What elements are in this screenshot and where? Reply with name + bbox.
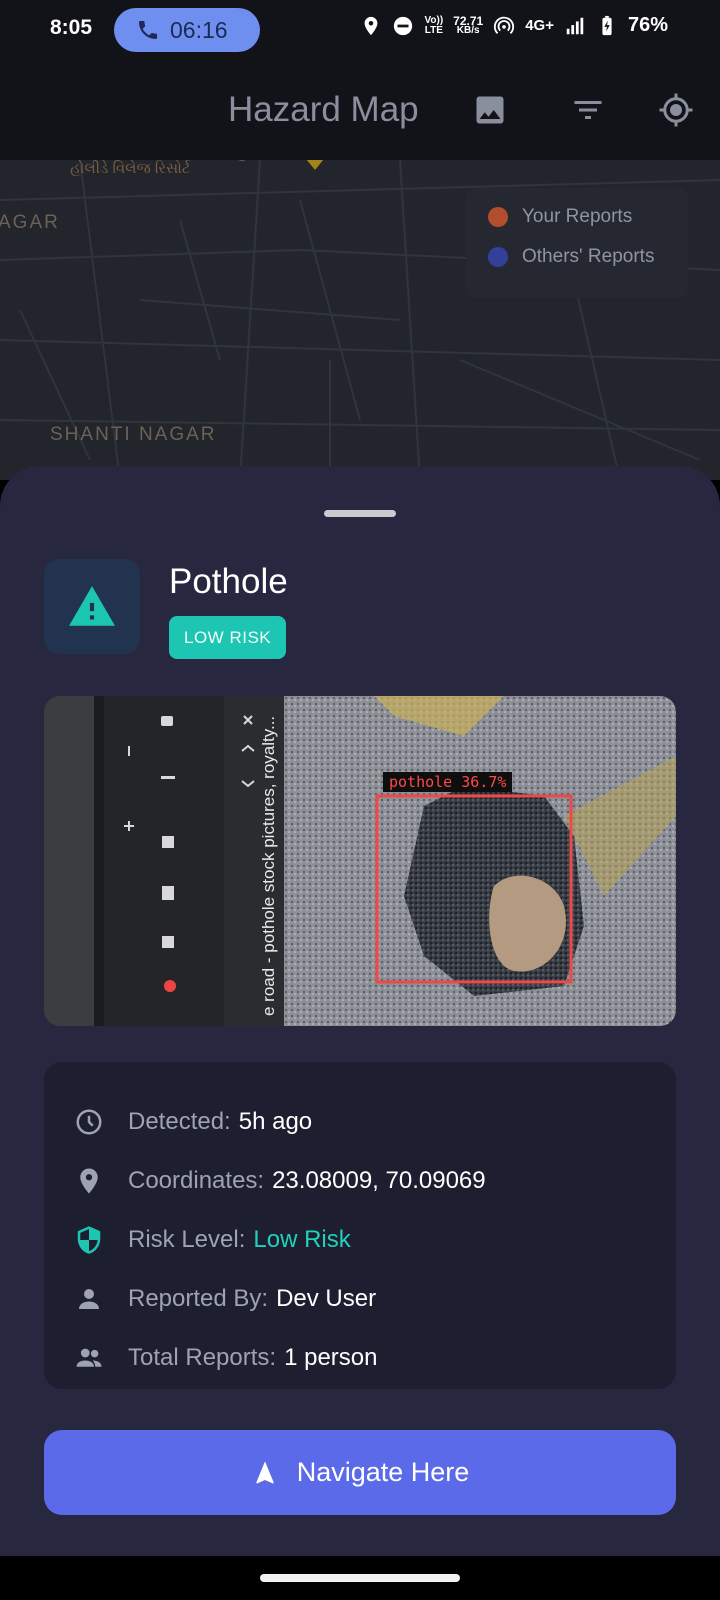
info-row-detected: Detected: 5h ago (74, 1092, 676, 1151)
info-row-risk-level: Risk Level: Low Risk (74, 1210, 676, 1269)
detection-label: pothole 36.7% (383, 772, 513, 792)
people-icon (76, 1348, 102, 1367)
status-icons: Vo)) LTE 72.71 KB/s 4G+ 76% (360, 14, 668, 37)
legend-label: Your Reports (522, 206, 633, 227)
info-label: Risk Level: (128, 1225, 246, 1253)
gesture-handle[interactable] (260, 1574, 460, 1582)
legend-dot-others-reports (488, 247, 508, 267)
battery-percent: 76% (627, 14, 668, 36)
info-label: Total Reports: (128, 1343, 277, 1371)
legend-dot-your-reports (488, 207, 508, 227)
photo-screen-text: e road - pothole stock pictures, royalty… (259, 715, 278, 1016)
map-marker-dot (238, 160, 246, 161)
filter-icon[interactable] (566, 88, 610, 132)
legend-item-others-reports: Others' Reports (488, 246, 688, 268)
signal-type: 4G+ (525, 17, 554, 34)
info-label: Reported By: (128, 1284, 269, 1312)
do-not-disturb-icon (394, 16, 413, 35)
risk-badge: LOW RISK (169, 616, 287, 659)
legend-label: Others' Reports (522, 246, 655, 267)
clock-icon (76, 1109, 102, 1134)
legend-item-your-reports: Your Reports (488, 206, 688, 228)
hotspot-icon (494, 16, 515, 34)
info-value: 23.08009, 70.09069 (272, 1166, 486, 1194)
battery-charging-icon (602, 15, 612, 35)
map-poi-marker (306, 160, 324, 170)
hazard-info-card: Detected: 5h ago Coordinates: 23.08009, … (44, 1062, 676, 1389)
info-value: 1 person (284, 1343, 378, 1371)
warning-icon (69, 585, 115, 626)
navigation-gesture-area (0, 1556, 720, 1600)
status-time: 8:05 (50, 16, 93, 39)
map-area-label: AGAR (0, 212, 60, 233)
phone-icon (139, 21, 157, 39)
hazard-details-sheet: Pothole LOW RISK pothole 36.7% e road - … (0, 466, 720, 1556)
ongoing-call-pill[interactable]: 06:16 (114, 8, 260, 52)
info-row-reported-by: Reported By: Dev User (74, 1269, 676, 1328)
my-location-icon[interactable] (654, 88, 698, 132)
location-status-icon (365, 16, 378, 35)
hazard-title: Pothole (169, 562, 288, 601)
image-icon[interactable] (468, 88, 512, 132)
sheet-drag-handle[interactable] (324, 510, 396, 517)
location-pin-icon (80, 1168, 98, 1193)
info-value: 5h ago (238, 1107, 313, 1135)
navigate-label: Navigate Here (296, 1457, 470, 1487)
person-icon (79, 1288, 99, 1309)
volte-indicator: Vo)) LTE (424, 14, 444, 36)
info-value: Low Risk (253, 1225, 351, 1253)
network-speed: 72.71 KB/s (453, 13, 484, 36)
call-duration: 06:16 (170, 16, 228, 43)
app-bar: Hazard Map (0, 60, 720, 160)
shield-icon (77, 1225, 101, 1254)
signal-strength-icon (566, 17, 584, 34)
hazard-photo[interactable]: pothole 36.7% e road - pothole stock pic… (44, 696, 676, 1026)
map-area-label: SHANTI NAGAR (50, 424, 217, 445)
info-row-coordinates: Coordinates: 23.08009, 70.09069 (74, 1151, 676, 1210)
status-bar: 8:05 06:16 Vo)) LTE 72.71 KB/s 4G+ 76% (0, 0, 720, 60)
info-row-total-reports: Total Reports: 1 person (74, 1328, 676, 1387)
hazard-icon-container (44, 559, 140, 654)
map-place-label: હોલીડે વિલેજ રિસોર્ટ (70, 160, 191, 177)
page-title: Hazard Map (228, 90, 419, 129)
info-label: Coordinates: (128, 1166, 265, 1194)
hazard-photo-image (44, 696, 676, 1026)
info-value: Dev User (276, 1284, 377, 1312)
navigate-here-button[interactable]: Navigate Here (44, 1430, 676, 1515)
hazard-map[interactable]: હોલીડે વિલેજ રિસોર્ટ AGAR SHANTI NAGAR Y… (0, 160, 720, 480)
navigation-arrow-icon (255, 1460, 274, 1483)
map-legend: Your Reports Others' Reports (466, 188, 688, 298)
info-label: Detected: (128, 1107, 231, 1135)
